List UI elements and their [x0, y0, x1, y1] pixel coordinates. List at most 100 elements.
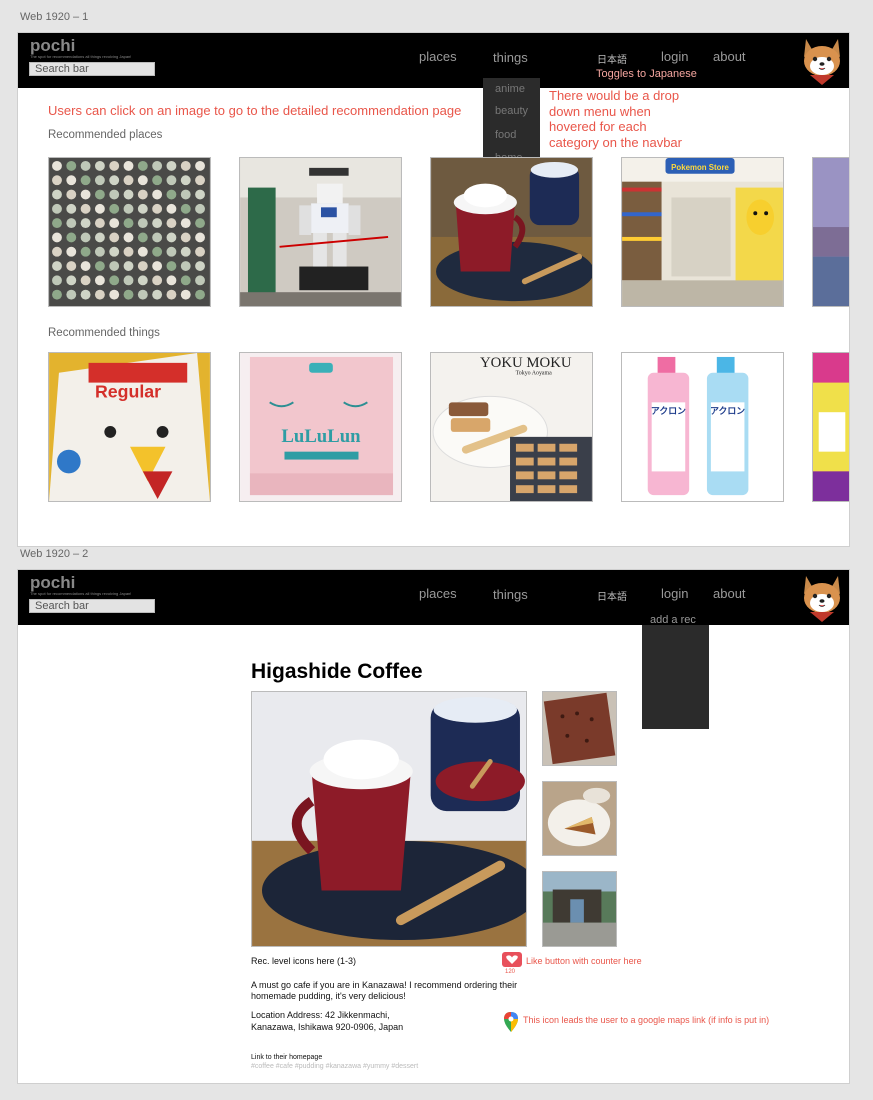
cup-shape — [123, 289, 134, 300]
cup-shape — [166, 160, 177, 171]
cup-shape — [137, 160, 148, 171]
cup-shape — [66, 246, 77, 257]
nav-japanese-toggle[interactable]: 日本語 — [597, 588, 627, 603]
cup-shape — [195, 246, 205, 257]
gallery-thumb-1[interactable] — [542, 691, 617, 766]
click-note: Users can click on an image to go to the… — [48, 103, 462, 118]
gallery-thumb-3[interactable] — [542, 871, 617, 947]
cup-shape — [66, 261, 77, 271]
nav-login[interactable]: login — [661, 49, 688, 64]
cup-shape — [123, 203, 134, 214]
cup-shape — [195, 175, 205, 186]
artboard-home: pochi The spot for recommendations all t… — [17, 32, 850, 547]
cup-shape — [123, 175, 134, 186]
cup-shape — [52, 246, 62, 257]
cup-shape — [180, 261, 191, 271]
cup-shape — [109, 232, 120, 243]
cup-shape — [80, 246, 91, 257]
nav-about[interactable]: about — [713, 586, 746, 601]
acron-text-1: アクロン — [651, 406, 686, 417]
nav-things[interactable]: things — [493, 50, 528, 65]
thing-card-partial[interactable] — [812, 352, 849, 502]
google-maps-pin-icon[interactable] — [504, 1012, 518, 1032]
main-photo[interactable] — [251, 691, 527, 947]
yoku-moku-sub-text: Tokyo Aoyama — [516, 371, 553, 377]
cup-shape — [195, 160, 205, 171]
nav-about[interactable]: about — [713, 49, 746, 64]
thing-card-acron[interactable]: アクロン アクロン — [621, 352, 784, 502]
gallery-thumb-2[interactable] — [542, 781, 617, 856]
cup-shape — [94, 160, 105, 171]
cup-shape — [80, 218, 91, 229]
nav-login[interactable]: login — [661, 586, 688, 601]
cup-shape — [52, 275, 62, 286]
search-input[interactable]: Search bar — [29, 599, 155, 613]
login-dropdown: add a rec — [642, 614, 709, 729]
cup-shape — [137, 218, 148, 229]
place-card-partial[interactable] — [812, 157, 849, 307]
hashtags[interactable]: #coffee #cafe #pudding #kanazawa #yummy … — [251, 1063, 418, 1070]
thing-card-yokumoku[interactable]: YOKU MOKU Tokyo Aoyama — [430, 352, 593, 502]
place-card-cups[interactable] — [48, 157, 211, 307]
cup-shape — [152, 246, 163, 257]
logo[interactable]: pochi — [30, 36, 75, 56]
chicken-snack-photo: Regular — [49, 353, 210, 501]
cup-shape — [123, 218, 134, 229]
lululun-mask-photo: LuLuLun — [240, 353, 401, 501]
cafe-exterior-photo — [543, 872, 616, 946]
menu-photo — [543, 692, 616, 765]
shiba-mascot-icon[interactable] — [800, 35, 844, 87]
cup-shape — [52, 289, 62, 300]
place-card-pokemon[interactable]: Pokemon Store — [621, 157, 784, 307]
cup-shape — [52, 261, 62, 271]
place-card-gundam[interactable] — [239, 157, 402, 307]
cup-shape — [123, 160, 134, 171]
cup-shape — [123, 189, 134, 200]
nav-places[interactable]: places — [419, 586, 457, 601]
cup-shape — [152, 261, 163, 271]
add-rec-link[interactable]: add a rec — [650, 614, 696, 626]
place-card-coffee[interactable] — [430, 157, 593, 307]
section-label-things: Recommended things — [48, 327, 160, 339]
heart-icon[interactable] — [502, 952, 522, 967]
thing-card-chicken[interactable]: Regular — [48, 352, 211, 502]
shiba-mascot-icon[interactable] — [800, 572, 844, 624]
cup-shape — [109, 160, 120, 171]
cup-shape — [166, 203, 177, 214]
tagline: The spot for recommendations all things … — [30, 591, 132, 596]
cup-shape — [166, 189, 177, 200]
nav-places[interactable]: places — [419, 49, 457, 64]
cup-shape — [94, 218, 105, 229]
dropdown-item-anime[interactable]: anime — [495, 83, 525, 95]
cup-shape — [180, 175, 191, 186]
nav-things[interactable]: things — [493, 587, 528, 602]
cup-shape — [152, 218, 163, 229]
cup-shape — [152, 175, 163, 186]
cup-shape — [94, 289, 105, 300]
cup-shape — [137, 261, 148, 271]
maps-note: This icon leads the user to a google map… — [523, 1015, 770, 1025]
dropdown-item-food[interactable]: food — [495, 129, 516, 141]
section-label-places: Recommended places — [48, 129, 163, 141]
cup-shape — [80, 275, 91, 286]
cup-shape — [66, 289, 77, 300]
homepage-link[interactable]: Link to their homepage — [251, 1052, 322, 1063]
logo[interactable]: pochi — [30, 573, 75, 593]
cup-shape — [166, 261, 177, 271]
nav-japanese-toggle[interactable]: 日本語 — [597, 51, 627, 66]
cup-shape — [109, 246, 120, 257]
cup-shape — [195, 218, 205, 229]
cup-shape — [180, 203, 191, 214]
cup-shape — [52, 232, 62, 243]
navbar: pochi The spot for recommendations all t… — [18, 570, 849, 625]
gundam-statue-photo — [240, 158, 401, 306]
cup-shape — [66, 275, 77, 286]
chicken-package-text: Regular — [95, 381, 161, 401]
dropdown-item-beauty[interactable]: beauty — [495, 105, 528, 117]
cup-shape — [52, 218, 62, 229]
thing-card-lululun[interactable]: LuLuLun — [239, 352, 402, 502]
search-input[interactable]: Search bar — [29, 62, 155, 76]
cup-shape — [152, 160, 163, 171]
cup-shape — [109, 189, 120, 200]
cup-shape — [123, 246, 134, 257]
